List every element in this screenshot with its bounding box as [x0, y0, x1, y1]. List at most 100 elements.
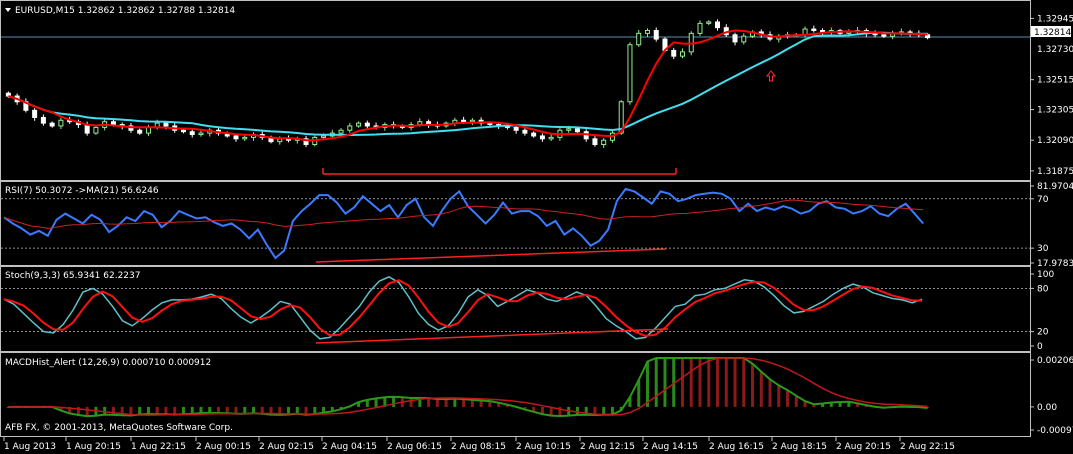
macd-histogram-bar	[575, 406, 579, 415]
macd-histogram-bar	[392, 396, 396, 407]
candle-body	[671, 49, 677, 57]
stoch-panel-frame	[0, 266, 1031, 352]
y-tick-label: 1.32945	[1037, 14, 1073, 24]
macd-histogram-bar	[724, 358, 728, 407]
y-tick-label: 80	[1037, 284, 1049, 294]
macd-histogram-bar	[103, 406, 107, 415]
candle-body	[548, 136, 554, 140]
macd-histogram-bar	[138, 406, 142, 415]
candle-body	[574, 128, 580, 133]
macd-histogram-bar	[173, 406, 177, 415]
candle-body	[163, 122, 169, 127]
candle-body	[321, 135, 327, 138]
macd-histogram-bar	[409, 397, 413, 407]
macd-histogram-bar	[680, 358, 684, 407]
copyright-text: AFB FX, © 2001-2013, MetaQuotes Software…	[5, 423, 233, 433]
y-tick-label: 0.002069	[1037, 356, 1073, 366]
candle-body	[601, 139, 607, 146]
candle-body	[277, 138, 283, 143]
x-tick-label: 2 Aug 10:15	[516, 442, 571, 452]
candle-body	[347, 125, 353, 131]
y-tick-label: 81.9704	[1037, 182, 1073, 192]
candle-body	[469, 119, 475, 123]
candle-body	[539, 135, 545, 140]
x-tick-label: 1 Aug 22:15	[131, 442, 186, 452]
macd-histogram-bar	[435, 399, 439, 407]
candle-body	[741, 35, 747, 43]
x-tick-label: 2 Aug 14:15	[643, 442, 698, 452]
macd-histogram-bar	[742, 358, 746, 407]
candle-body	[49, 122, 55, 127]
candle-body	[636, 32, 642, 46]
candle-body	[145, 126, 151, 134]
candle-body	[40, 116, 46, 124]
candle-body	[513, 126, 519, 131]
x-tick-label: 2 Aug 12:15	[580, 442, 635, 452]
candle-body	[531, 132, 537, 137]
macd-histogram-bar	[786, 390, 790, 407]
macd-histogram-bar	[777, 385, 781, 407]
macd-title: MACDHist_Alert (12,26,9) 0.000710 0.0009…	[5, 358, 211, 368]
x-tick-label: 2 Aug 18:15	[772, 442, 827, 452]
macd-histogram-bar	[155, 406, 159, 415]
candle-body	[93, 126, 99, 134]
candle-body	[198, 132, 204, 136]
candle-body	[364, 122, 370, 127]
macd-histogram-bar	[295, 406, 299, 414]
macd-histogram-bar	[768, 379, 772, 407]
macd-histogram-bar	[374, 398, 378, 407]
candle-body	[417, 121, 423, 126]
candle-body	[356, 122, 362, 127]
candle-body	[32, 109, 38, 118]
candle-body	[715, 21, 721, 29]
macd-histogram-bar	[716, 358, 720, 407]
macd-histogram-bar	[181, 406, 185, 415]
x-tick-label: 2 Aug 02:15	[259, 442, 314, 452]
macd-histogram-bar	[663, 358, 667, 407]
main-panel-frame	[0, 0, 1031, 181]
macd-histogram-bar	[733, 358, 737, 407]
x-tick-label: 2 Aug 20:15	[836, 442, 891, 452]
candle-body	[644, 30, 650, 34]
macd-y-axis: 0.002069 0.00 -0.000977	[1030, 356, 1073, 436]
candle-body	[732, 34, 738, 43]
time-x-axis: 1 Aug 2013 1 Aug 20:15 1 Aug 22:15 2 Aug 00…	[3, 437, 955, 452]
macd-histogram-bar	[146, 406, 150, 415]
y-tick-label: 1.32305	[1037, 106, 1073, 116]
price-plot	[1, 19, 1030, 175]
y-tick-label: 0	[1037, 342, 1043, 352]
candle-body	[461, 119, 467, 123]
candle-body	[820, 30, 826, 33]
x-tick-label: 1 Aug 2013	[4, 442, 56, 452]
macd-histogram-bar	[654, 358, 658, 407]
rsi-plot	[1, 187, 1030, 263]
y-tick-label: -0.000977	[1037, 426, 1073, 436]
candle-body	[233, 135, 239, 140]
x-tick-label: 2 Aug 00:15	[196, 442, 251, 452]
symbol-info: EURUSD,M15 1.32862 1.32862 1.32788 1.328…	[15, 6, 235, 16]
x-tick-label: 2 Aug 06:15	[387, 442, 442, 452]
y-tick-label: 17.9783	[1037, 259, 1073, 269]
trading-chart[interactable]: EURUSD,M15 1.32862 1.32862 1.32788 1.328…	[0, 0, 1073, 454]
candle-body	[811, 28, 817, 32]
dropdown-arrow-icon[interactable]	[5, 8, 11, 12]
candle-body	[522, 129, 528, 134]
x-tick-label: 2 Aug 22:15	[900, 442, 955, 452]
y-tick-label: 70	[1037, 195, 1049, 205]
up-arrow-icon	[765, 70, 777, 82]
candle-body	[242, 136, 248, 140]
macd-histogram-bar	[427, 398, 431, 407]
x-tick-label: 2 Aug 04:15	[322, 442, 377, 452]
macd-histogram-bar	[164, 406, 168, 415]
x-tick-label: 2 Aug 16:15	[709, 442, 764, 452]
y-tick-label: 0.00	[1037, 403, 1057, 413]
x-tick-label: 2 Aug 08:15	[451, 442, 506, 452]
candle-body	[566, 128, 572, 131]
stoch-y-axis: 100 80 20 0	[1030, 270, 1054, 352]
price-tag: 1.32814	[1034, 28, 1071, 38]
rsi-divergence-line	[315, 248, 667, 263]
y-tick-label: 1.32730	[1037, 45, 1073, 55]
candle-body	[58, 119, 64, 127]
stoch-plot	[1, 276, 1030, 344]
stoch-title: Stoch(9,3,3) 65.9341 62.2237	[5, 271, 140, 281]
